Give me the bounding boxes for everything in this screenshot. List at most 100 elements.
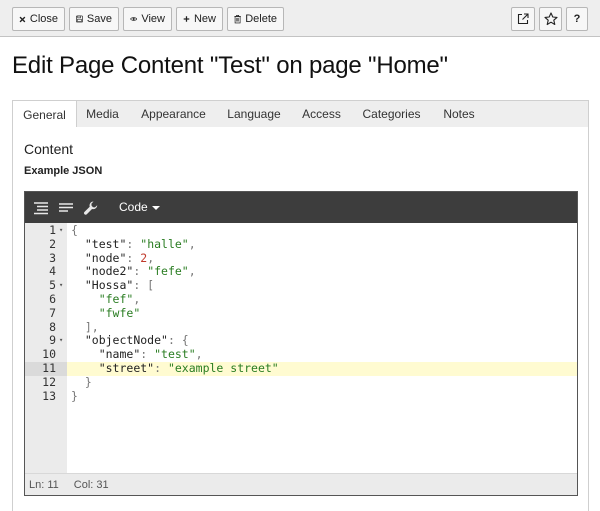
line-number: 3 — [49, 250, 56, 265]
code-text: "street": "example street" — [67, 360, 577, 376]
code-line: 3 "node": 2, — [25, 250, 577, 266]
code-line: 8 ], — [25, 319, 577, 335]
code-line: 12 } — [25, 374, 577, 390]
tab-label: Language — [227, 107, 281, 121]
line-number: 2 — [49, 236, 56, 251]
code-line: 2 "test": "halle", — [25, 236, 577, 252]
tab-language[interactable]: Language — [219, 101, 289, 127]
tab-access[interactable]: Access — [289, 101, 354, 127]
code-token: : — [126, 250, 141, 265]
mode-dropdown[interactable]: Code — [119, 200, 160, 214]
tab-general[interactable]: General — [12, 100, 77, 128]
favorite-button[interactable] — [539, 7, 562, 31]
close-button-label: Close — [29, 12, 58, 25]
format-code-icon[interactable] — [33, 200, 49, 216]
new-button[interactable]: New — [176, 7, 223, 31]
new-button-label: New — [193, 12, 216, 25]
top-toolbar: Close Save View New Delete ? — [0, 0, 600, 37]
section-title: Content — [24, 141, 74, 157]
open-external-button[interactable] — [511, 7, 535, 31]
code-token: "example street" — [167, 360, 279, 375]
json-editor: Code 1 ▾{2 "test": "halle", 3 "node": 2, 4 … — [24, 191, 578, 496]
code-token: : [ — [133, 278, 155, 293]
external-link-icon — [517, 13, 529, 25]
question-icon: ? — [573, 13, 581, 25]
code-lines: 1 ▾{2 "test": "halle", 3 "node": 2, 4 "node… — [25, 223, 577, 404]
status-line: Ln: 11 — [29, 478, 59, 491]
code-line: 1 ▾{ — [25, 223, 577, 238]
caret-down-icon — [151, 205, 160, 210]
code-token: "halle" — [140, 236, 189, 251]
wrench-icon[interactable] — [83, 200, 99, 216]
line-number: 11 — [25, 361, 67, 376]
code-token: "test" — [154, 347, 196, 362]
line-number: 12 — [42, 374, 56, 389]
code-token: , — [133, 291, 141, 306]
star-icon — [543, 12, 558, 26]
tab-notes[interactable]: Notes — [429, 101, 489, 127]
tab-media[interactable]: Media — [77, 101, 128, 127]
code-line: 11 "street": "example street" — [25, 360, 577, 376]
eye-icon — [130, 17, 138, 21]
code-token: { — [71, 223, 78, 237]
code-token: "test" — [84, 236, 127, 251]
code-text: "name": "test", — [67, 347, 577, 362]
code-token: "fwfe" — [98, 305, 141, 320]
code-text: { — [67, 223, 577, 238]
code-token: "node2" — [84, 264, 134, 279]
code-text: "fwfe" — [67, 305, 577, 321]
code-token: , — [195, 347, 203, 362]
code-token: "street" — [98, 360, 155, 375]
code-text: ], — [67, 319, 577, 335]
tab-categories[interactable]: Categories — [354, 101, 429, 127]
tab-label: Categories — [362, 107, 421, 121]
code-token: , — [147, 250, 155, 265]
code-text: "objectNode": { — [67, 333, 577, 348]
delete-button[interactable]: Delete — [227, 7, 284, 31]
code-token: : { — [167, 333, 189, 348]
trash-icon — [234, 15, 241, 24]
tab-label: Appearance — [141, 107, 206, 121]
view-button[interactable]: View — [123, 7, 172, 31]
code-text: "node": 2, — [67, 250, 577, 266]
tab-appearance[interactable]: Appearance — [128, 101, 219, 127]
code-line: 6 "fef", — [25, 291, 577, 307]
tab-label: General — [23, 107, 66, 122]
fold-toggle-icon[interactable]: ▾ — [59, 224, 63, 238]
save-button-label: Save — [86, 12, 112, 25]
save-button[interactable]: Save — [69, 7, 119, 31]
fold-toggle-icon[interactable]: ▾ — [59, 334, 63, 348]
tab-label: Media — [86, 107, 119, 121]
code-token: } — [71, 374, 92, 389]
floppy-disk-icon — [76, 15, 83, 23]
code-token: : — [126, 236, 141, 251]
code-text: } — [67, 389, 577, 404]
line-number: 4 — [49, 264, 56, 279]
close-icon — [19, 16, 26, 22]
code-token: : — [140, 347, 155, 362]
code-text: "test": "halle", — [67, 236, 577, 252]
line-number: 7 — [49, 305, 56, 320]
compact-code-icon[interactable] — [58, 200, 74, 216]
editor-toolbar: Code — [25, 192, 577, 223]
code-line: 5 ▾ "Hossa": [ — [25, 278, 577, 293]
code-line: 9 ▾ "objectNode": { — [25, 333, 577, 348]
code-line: 13} — [25, 389, 577, 404]
tab-label: Access — [302, 107, 341, 121]
code-token: "name" — [98, 347, 141, 362]
code-token: : — [154, 360, 168, 375]
code-token: "fefe" — [147, 264, 189, 279]
fold-toggle-icon[interactable]: ▾ — [59, 279, 63, 293]
help-button[interactable]: ? — [566, 7, 588, 31]
close-button[interactable]: Close — [12, 7, 65, 31]
code-token: ], — [71, 319, 99, 334]
plus-icon — [183, 16, 190, 22]
code-text: "Hossa": [ — [67, 278, 577, 293]
